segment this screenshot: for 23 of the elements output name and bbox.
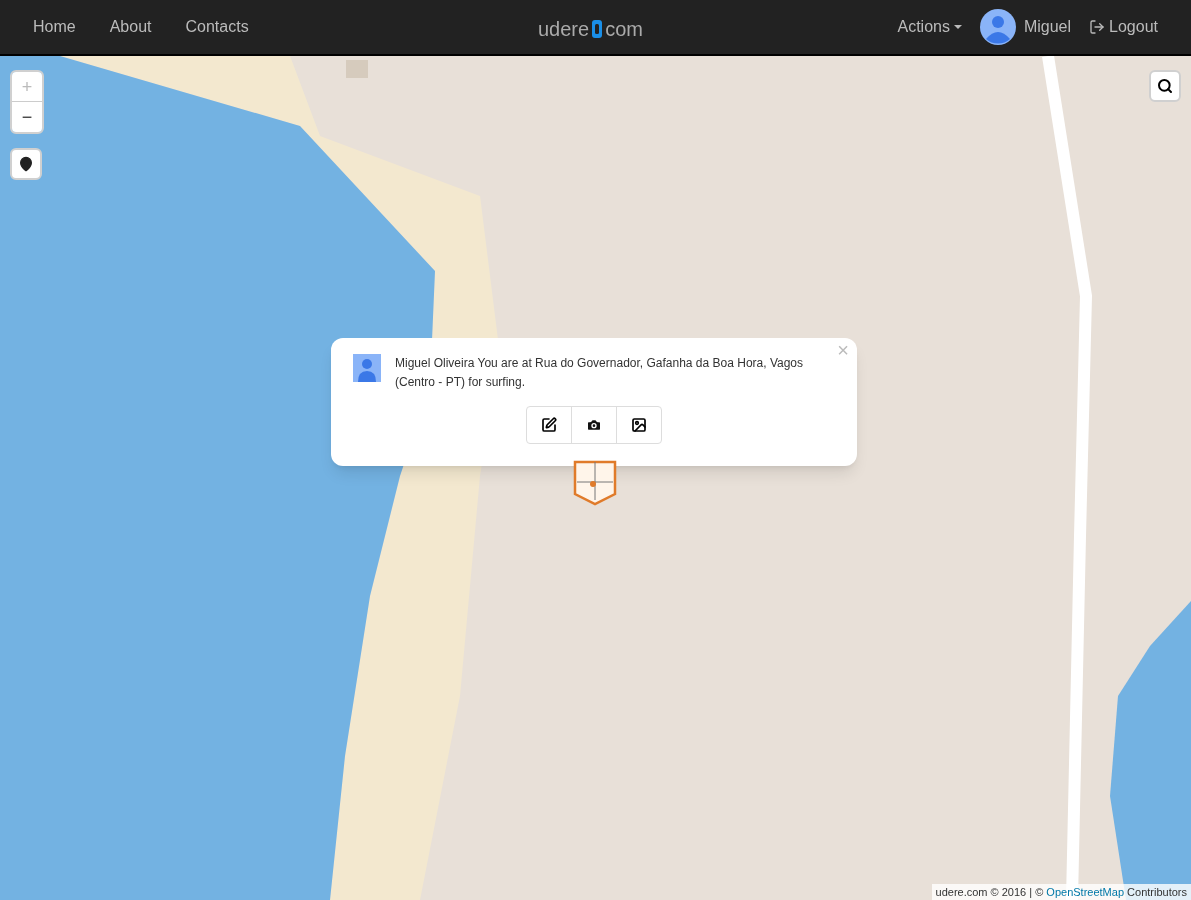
logout-link[interactable]: Logout bbox=[1089, 15, 1158, 39]
attribution-text: Contributors bbox=[1126, 884, 1187, 900]
search-icon bbox=[1157, 78, 1173, 94]
locate-button[interactable] bbox=[10, 148, 42, 180]
map-marker-icon bbox=[573, 460, 617, 506]
actions-dropdown[interactable]: Actions bbox=[897, 15, 962, 39]
nav-link[interactable]: Contacts bbox=[185, 15, 249, 39]
openstreetmap-link[interactable]: OpenStreetMap bbox=[1046, 883, 1124, 900]
nav-link[interactable]: Home bbox=[33, 15, 76, 39]
camera-icon bbox=[586, 417, 602, 433]
zoom-out-button[interactable]: − bbox=[12, 102, 42, 132]
image-icon bbox=[631, 417, 647, 433]
user-link[interactable]: Miguel bbox=[1023, 15, 1072, 39]
edit-icon bbox=[541, 417, 557, 433]
site-logo[interactable]: udere com bbox=[538, 15, 643, 43]
location-message: Miguel Oliveira You are at Rua do Governador, Gafanha da Boa Hora, Vagos (Centro - PT) for surfing. bbox=[395, 355, 805, 391]
nav-link[interactable]: About bbox=[109, 15, 152, 39]
avatar-icon bbox=[979, 9, 1016, 45]
avatar-icon bbox=[353, 354, 381, 382]
attribution-text: udere.com © 2016 | © bbox=[935, 884, 1045, 900]
logout-icon bbox=[1089, 19, 1106, 35]
search-button[interactable] bbox=[1149, 70, 1181, 102]
map-pin-icon bbox=[18, 156, 34, 172]
